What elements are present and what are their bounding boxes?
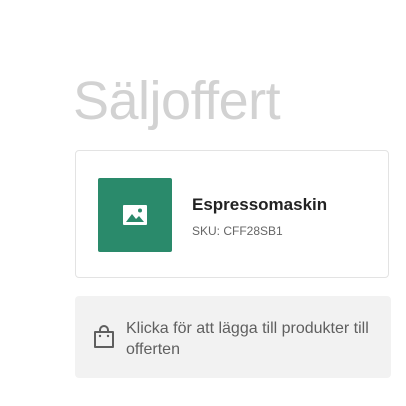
image-placeholder-icon bbox=[123, 205, 147, 225]
shopping-bag-icon bbox=[93, 325, 115, 349]
add-products-button[interactable]: Klicka för att lägga till produkter till… bbox=[75, 296, 391, 378]
product-thumbnail bbox=[98, 178, 172, 252]
add-products-label: Klicka för att lägga till produkter till… bbox=[126, 320, 369, 358]
product-card[interactable]: Espressomaskin SKU: CFF28SB1 bbox=[75, 150, 389, 278]
page-title: Säljoffert bbox=[73, 71, 281, 131]
sales-quote-page: Säljoffert Espressomaskin SKU: CFF28SB1 … bbox=[0, 0, 406, 406]
product-sku: SKU: CFF28SB1 bbox=[192, 224, 283, 238]
product-name: Espressomaskin bbox=[192, 195, 328, 214]
